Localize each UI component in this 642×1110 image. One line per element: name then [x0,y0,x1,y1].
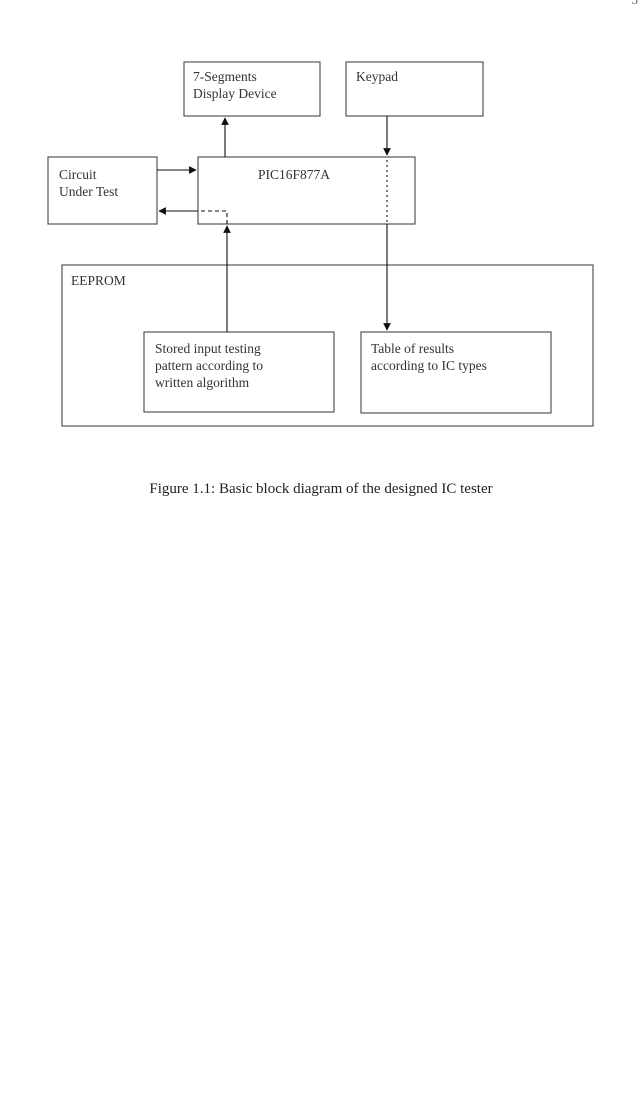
figure-caption: Figure 1.1: Basic block diagram of the d… [149,481,493,497]
circuit-under-test-label: Circuit Under Test [59,167,119,199]
eeprom-box [61,264,594,427]
eeprom-label: EEPROM [71,273,126,288]
mcu-internal-return-path [198,210,228,224]
seven-segment-label: 7-Segments Display Device [193,69,277,101]
microcontroller-label: PIC16F877A [258,167,331,182]
keypad-label: Keypad [356,69,398,84]
results-table-label: Table of results according to IC types [371,341,487,373]
block-diagram [47,61,594,427]
stored-pattern-label: Stored input testing pattern according t… [155,341,263,390]
